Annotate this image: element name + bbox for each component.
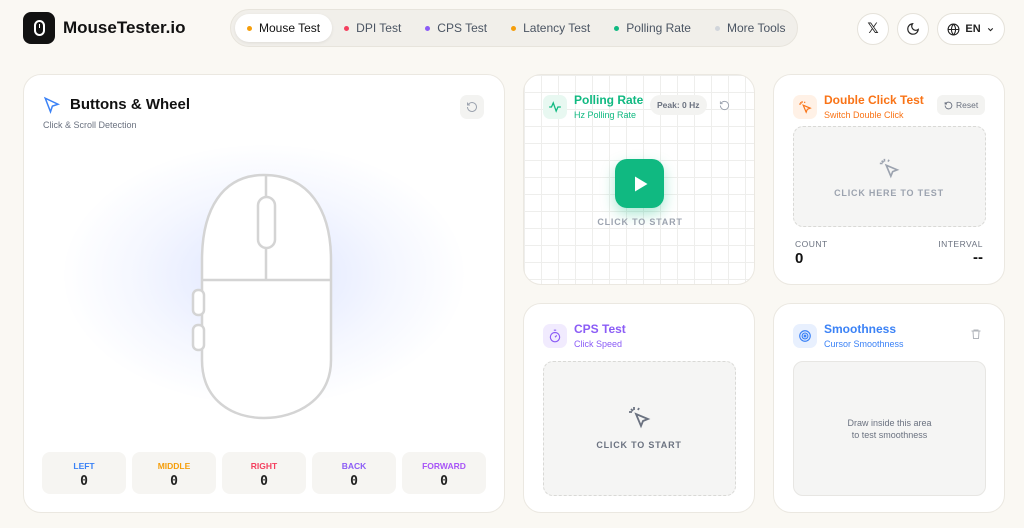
language-selector[interactable]: EN xyxy=(937,13,1005,45)
middle-button-counter: MIDDLE 0 xyxy=(132,452,216,494)
cursor-arrow-icon xyxy=(43,96,61,114)
side-button-forward xyxy=(191,288,206,317)
card-header: Polling Rate Hz Polling Rate xyxy=(574,93,643,120)
nav-dot xyxy=(714,25,720,31)
start-label: CLICK TO START xyxy=(596,440,682,450)
counter-value: 0 xyxy=(440,474,448,489)
counter-label: FORWARD xyxy=(422,461,466,471)
nav-item-mouse-test[interactable]: Mouse Test xyxy=(235,14,333,42)
counter-label: RIGHT xyxy=(250,461,278,471)
main-nav: Mouse Test DPI Test CPS Test Latency Tes… xyxy=(230,9,798,47)
card-title: Buttons & Wheel xyxy=(70,96,190,113)
cps-click-area[interactable]: CLICK TO START xyxy=(543,361,736,496)
nav-label: Mouse Test xyxy=(259,21,321,35)
chevron-down-icon xyxy=(987,27,993,31)
nav-item-polling-rate[interactable]: Polling Rate xyxy=(602,14,703,42)
double-click-card: Double Click Test Switch Double Click Re… xyxy=(773,74,1005,285)
card-subtitle: Hz Polling Rate xyxy=(574,110,637,120)
interval-label: INTERVAL xyxy=(938,239,983,249)
card-title: CPS Test xyxy=(574,322,626,336)
double-click-test-area[interactable]: CLICK HERE TO TEST xyxy=(793,126,986,227)
interval-value: -- xyxy=(973,249,983,266)
logo-icon[interactable] xyxy=(23,12,55,44)
refresh-icon xyxy=(944,101,953,109)
x-social-button[interactable]: 𝕏 xyxy=(857,13,889,45)
clear-button[interactable] xyxy=(964,322,988,346)
language-label: EN xyxy=(965,23,981,35)
nav-item-more-tools[interactable]: More Tools xyxy=(703,14,797,42)
counter-value: 0 xyxy=(80,474,88,489)
card-subtitle: Cursor Smoothness xyxy=(824,339,904,349)
nav-label: Polling Rate xyxy=(626,21,691,35)
counter-value: 0 xyxy=(260,474,268,489)
x-logo-icon: 𝕏 xyxy=(867,21,879,37)
right-button-counter: RIGHT 0 xyxy=(222,452,306,494)
reset-button[interactable] xyxy=(460,95,484,119)
card-subtitle: Click Speed xyxy=(574,339,623,349)
nav-item-dpi-test[interactable]: DPI Test xyxy=(332,14,413,42)
nav-label: CPS Test xyxy=(437,21,488,35)
reset-label: Reset xyxy=(956,100,979,110)
forward-button-counter: FORWARD 0 xyxy=(402,452,486,494)
polling-rate-card[interactable]: Polling Rate Hz Polling Rate Peak: 0 Hz … xyxy=(523,74,755,285)
click-pointer-icon xyxy=(629,407,651,429)
mouse-diagram xyxy=(191,173,333,420)
reset-button[interactable]: Reset xyxy=(937,95,986,115)
card-title: Polling Rate xyxy=(574,93,644,107)
card-subtitle: Switch Double Click xyxy=(824,110,904,120)
click-burst-icon xyxy=(793,95,817,119)
card-header: Smoothness Cursor Smoothness xyxy=(824,322,904,349)
nav-dot xyxy=(614,25,620,31)
nav-label: Latency Test xyxy=(523,21,591,35)
back-button-counter: BACK 0 xyxy=(312,452,396,494)
count-label: COUNT xyxy=(795,239,828,249)
smoothness-card: Smoothness Cursor Smoothness Draw inside… xyxy=(773,303,1005,513)
trash-icon xyxy=(971,329,981,339)
hint-line-1: Draw inside this area xyxy=(847,418,932,428)
play-button[interactable] xyxy=(615,159,664,208)
nav-item-cps-test[interactable]: CPS Test xyxy=(413,14,499,42)
counter-label: BACK xyxy=(341,461,367,471)
target-icon xyxy=(793,324,817,348)
stopwatch-icon xyxy=(543,324,567,348)
counter-value: 0 xyxy=(170,474,178,489)
count-value: 0 xyxy=(795,250,804,267)
peak-badge: Peak: 0 Hz xyxy=(650,95,707,115)
start-label: CLICK TO START xyxy=(597,217,683,227)
left-button-counter: LEFT 0 xyxy=(42,452,126,494)
nav-label: DPI Test xyxy=(356,21,402,35)
theme-toggle-button[interactable] xyxy=(897,13,929,45)
reset-button[interactable] xyxy=(712,93,736,117)
pulse-icon xyxy=(543,95,567,119)
cps-test-card: CPS Test Click Speed CLICK TO START xyxy=(523,303,755,513)
refresh-icon xyxy=(719,100,729,110)
nav-item-latency-test[interactable]: Latency Test xyxy=(499,14,602,42)
hint-line-2: to test smoothness xyxy=(851,430,928,440)
nav-dot xyxy=(425,25,431,31)
nav-dot xyxy=(511,25,517,31)
nav-dot xyxy=(344,25,350,31)
scroll-wheel xyxy=(256,195,277,250)
card-title: Smoothness xyxy=(824,322,897,336)
buttons-wheel-card: Buttons & Wheel Click & Scroll Detection… xyxy=(23,74,505,513)
card-header: CPS Test Click Speed xyxy=(574,322,626,349)
card-subtitle: Click & Scroll Detection xyxy=(43,120,137,130)
nav-label: More Tools xyxy=(726,21,786,35)
card-header: Double Click Test Switch Double Click xyxy=(824,93,924,120)
counter-label: LEFT xyxy=(73,461,95,471)
globe-icon xyxy=(947,23,960,35)
play-icon xyxy=(634,176,647,191)
click-pointer-icon xyxy=(879,158,900,179)
refresh-icon xyxy=(467,102,477,112)
counter-label: MIDDLE xyxy=(157,461,191,471)
nav-dot xyxy=(247,25,252,31)
brand-name[interactable]: MouseTester.io xyxy=(63,18,186,38)
counter-value: 0 xyxy=(350,474,358,489)
side-button-back xyxy=(191,323,206,352)
draw-hint: Draw inside this area to test smoothness xyxy=(794,417,985,441)
card-title: Double Click Test xyxy=(824,93,924,107)
moon-icon xyxy=(907,23,919,35)
smoothness-draw-area[interactable]: Draw inside this area to test smoothness xyxy=(793,361,986,496)
test-label: CLICK HERE TO TEST xyxy=(834,188,944,198)
